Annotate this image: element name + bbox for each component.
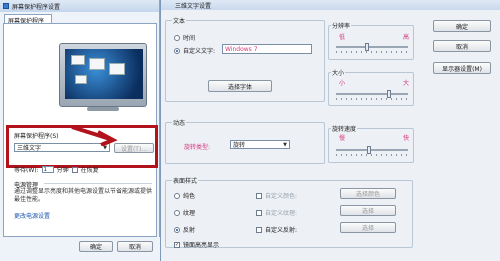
screensaver-label: 屏幕保护程序(S) (14, 133, 59, 140)
highlight-checkbox[interactable]: ✓ (174, 241, 180, 248)
right-window-title: 三维文字设置 (175, 2, 212, 10)
speed-slow-label: 慢 (339, 135, 346, 142)
size-large-label: 大 (403, 80, 410, 87)
time-option-label: 时间 (183, 35, 196, 42)
chevron-down-icon: ▼ (283, 141, 287, 148)
size-small-label: 小 (339, 80, 346, 87)
screensaver-dropdown-value: 三维文字 (17, 145, 42, 152)
right-cancel-button[interactable]: 取消 (433, 40, 491, 52)
solid-color-radio[interactable] (174, 192, 180, 199)
wait-unit: 分钟 (56, 167, 69, 174)
time-radio[interactable] (174, 34, 180, 41)
custom-color-label: 自定义颜色: (265, 193, 298, 200)
size-slider[interactable] (336, 90, 408, 100)
monitor-stand (87, 107, 119, 111)
resolution-slider-thumb[interactable] (364, 43, 369, 51)
wait-row: 等待(W): 1 分钟 在恢复 (14, 165, 99, 174)
power-divider (44, 183, 152, 184)
preview-window-icon (109, 63, 125, 75)
custom-texture-checkbox[interactable] (256, 209, 262, 216)
custom-color-checkbox[interactable] (256, 192, 262, 199)
preview-window-icon (75, 75, 87, 84)
reflection-label: 反射 (183, 227, 196, 234)
custom-color-row[interactable]: 自定义颜色: (256, 191, 297, 200)
text-group-label: 文本 (172, 16, 187, 25)
texture-row[interactable]: 纹理 (174, 208, 195, 217)
custom-text-label: 自定义文字: (183, 48, 216, 55)
preview-window-icon (71, 55, 85, 65)
left-window-title: 屏幕保护程序设置 (12, 3, 61, 11)
texture-label: 纹理 (183, 210, 196, 217)
solid-color-row[interactable]: 纯色 (174, 191, 195, 200)
rotation-speed-slider[interactable] (336, 146, 408, 156)
custom-reflection-label: 自定义反射: (265, 227, 298, 234)
time-option-row[interactable]: 时间 (174, 33, 195, 42)
display-settings-button[interactable]: 显示器设置(M) (433, 62, 491, 74)
solid-color-label: 纯色 (183, 193, 196, 200)
reflection-row[interactable]: 反射 (174, 225, 195, 234)
left-ok-button[interactable]: 确定 (79, 241, 113, 252)
surface-style-group-label: 表面样式 (172, 176, 199, 185)
rotation-speed-group-label: 旋转速度 (331, 124, 358, 133)
custom-texture-row[interactable]: 自定义纹理: (256, 208, 297, 217)
choose-color-button[interactable]: 选择颜色 (340, 188, 396, 199)
monitor-preview (59, 43, 147, 113)
highlight-row[interactable]: ✓ 镜面高亮显示 (174, 240, 219, 249)
custom-reflection-row[interactable]: 自定义反射: (256, 225, 297, 234)
rotation-speed-slider-thumb[interactable] (366, 146, 371, 154)
resolution-group-label: 分辨率 (331, 21, 352, 30)
custom-texture-label: 自定义纹理: (265, 210, 298, 217)
choose-reflection-button[interactable]: 选择 (340, 222, 396, 233)
left-cancel-button[interactable]: 取消 (117, 241, 153, 252)
wait-input[interactable]: 1 (41, 166, 54, 173)
motion-group-label: 动态 (172, 118, 187, 127)
size-slider-thumb[interactable] (387, 90, 391, 98)
monitor-screen (65, 49, 143, 99)
red-arrow-icon (71, 125, 118, 146)
change-power-settings-link[interactable]: 更改电源设置 (14, 211, 50, 220)
resolution-slider[interactable] (336, 43, 408, 53)
custom-text-input[interactable]: Windows 7 (222, 44, 312, 54)
reflection-radio[interactable] (174, 226, 180, 233)
monitor-frame (59, 43, 147, 107)
left-title-bar: 屏幕保护程序设置 (0, 0, 159, 12)
wait-label: 等待(W): (14, 167, 39, 174)
resolution-high-label: 高 (403, 34, 410, 41)
custom-text-option-row[interactable]: 自定义文字: (174, 46, 215, 55)
right-title-bar: 三维文字设置 (161, 0, 500, 10)
texture-radio[interactable] (174, 209, 180, 216)
resume-checkbox[interactable] (71, 166, 78, 173)
custom-reflection-checkbox[interactable] (256, 226, 262, 233)
rotation-type-label: 旋转类型: (184, 144, 211, 151)
speed-fast-label: 快 (403, 135, 410, 142)
resolution-low-label: 低 (339, 34, 346, 41)
choose-font-button[interactable]: 选择字体 (208, 80, 272, 92)
power-description: 通过调整显示亮度和其他电源设置以节省能源或提供最佳性能。 (14, 188, 153, 203)
size-group-label: 大小 (331, 68, 346, 77)
highlight-label: 镜面高亮显示 (183, 242, 220, 249)
preview-window-icon (89, 58, 105, 70)
rotation-type-value: 旋转 (233, 142, 246, 149)
custom-text-radio[interactable] (174, 47, 180, 54)
window-icon (3, 3, 9, 9)
rotation-type-dropdown[interactable]: 旋转 ▼ (230, 140, 290, 149)
settings-button[interactable]: 设置(T)... (114, 143, 154, 153)
choose-texture-button[interactable]: 选择 (340, 205, 396, 216)
resume-label: 在恢复 (80, 167, 99, 174)
right-ok-button[interactable]: 确定 (433, 20, 491, 32)
